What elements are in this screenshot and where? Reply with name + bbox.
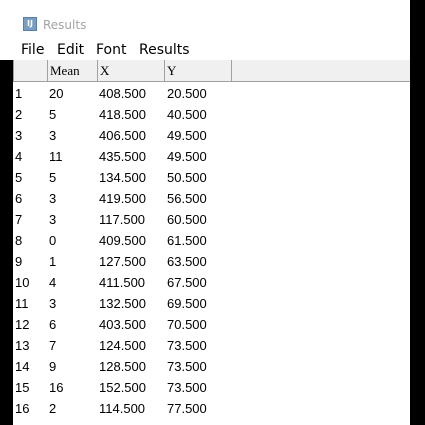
imagej-app-icon: IJ bbox=[23, 17, 37, 31]
table-row[interactable]: 11 3 132.500 69.500 bbox=[13, 292, 410, 313]
mean-cell: 20 bbox=[49, 86, 64, 101]
title-bar[interactable]: IJ Results bbox=[0, 0, 410, 40]
window-left-edge bbox=[0, 60, 13, 425]
y-cell: 60.500 bbox=[167, 212, 207, 227]
row-index: 13 bbox=[15, 338, 30, 353]
mean-cell: 3 bbox=[49, 191, 57, 206]
row-index: 16 bbox=[15, 401, 30, 416]
table-row[interactable]: 15 16 152.500 73.500 bbox=[13, 376, 410, 397]
x-cell: 114.500 bbox=[99, 401, 146, 416]
mean-cell: 11 bbox=[49, 149, 63, 164]
table-row[interactable]: 13 7 124.500 73.500 bbox=[13, 334, 410, 355]
y-cell: 69.500 bbox=[167, 296, 207, 311]
column-header-mean[interactable]: Mean bbox=[48, 60, 98, 81]
menu-file[interactable]: File bbox=[21, 42, 44, 58]
menu-edit[interactable]: Edit bbox=[57, 42, 84, 58]
row-index: 6 bbox=[15, 191, 23, 206]
y-cell: 73.500 bbox=[167, 380, 207, 395]
mean-cell: 9 bbox=[49, 359, 57, 374]
row-index: 10 bbox=[15, 275, 30, 290]
table-row[interactable]: 8 0 409.500 61.500 bbox=[13, 229, 410, 250]
x-cell: 418.500 bbox=[99, 107, 146, 122]
y-cell: 63.500 bbox=[167, 254, 207, 269]
y-cell: 49.500 bbox=[167, 149, 207, 164]
row-index: 7 bbox=[15, 212, 23, 227]
table-row[interactable]: 1 20 408.500 20.500 bbox=[13, 82, 410, 103]
y-cell: 77.500 bbox=[167, 401, 207, 416]
table-row[interactable]: 5 5 134.500 50.500 bbox=[13, 166, 410, 187]
table-row[interactable]: 10 4 411.500 67.500 bbox=[13, 271, 410, 292]
x-cell: 128.500 bbox=[99, 359, 146, 374]
column-header-y[interactable]: Y bbox=[165, 60, 232, 81]
row-index: 9 bbox=[15, 254, 23, 269]
row-index: 15 bbox=[15, 380, 30, 395]
table-header: Mean X Y bbox=[13, 60, 410, 82]
table-row[interactable]: 16 2 114.500 77.500 bbox=[13, 397, 410, 418]
mean-cell: 5 bbox=[49, 107, 57, 122]
row-index: 2 bbox=[15, 107, 23, 122]
row-index: 11 bbox=[15, 296, 29, 311]
row-index: 14 bbox=[15, 359, 30, 374]
x-cell: 409.500 bbox=[99, 233, 146, 248]
mean-cell: 5 bbox=[49, 170, 57, 185]
mean-cell: 7 bbox=[49, 338, 57, 353]
table-row[interactable]: 4 11 435.500 49.500 bbox=[13, 145, 410, 166]
mean-cell: 3 bbox=[49, 296, 57, 311]
x-cell: 124.500 bbox=[99, 338, 146, 353]
y-cell: 73.500 bbox=[167, 338, 207, 353]
y-cell: 56.500 bbox=[167, 191, 207, 206]
column-header-x[interactable]: X bbox=[98, 60, 165, 81]
mean-cell: 4 bbox=[49, 275, 57, 290]
x-cell: 127.500 bbox=[99, 254, 146, 269]
row-index: 1 bbox=[15, 86, 23, 101]
mean-cell: 3 bbox=[49, 212, 57, 227]
y-cell: 20.500 bbox=[167, 86, 207, 101]
y-cell: 50.500 bbox=[167, 170, 207, 185]
y-cell: 67.500 bbox=[167, 275, 207, 290]
x-cell: 408.500 bbox=[99, 86, 146, 101]
row-index: 8 bbox=[15, 233, 23, 248]
x-cell: 403.500 bbox=[99, 317, 146, 332]
x-cell: 152.500 bbox=[99, 380, 146, 395]
y-cell: 73.500 bbox=[167, 359, 207, 374]
table-row[interactable]: 14 9 128.500 73.500 bbox=[13, 355, 410, 376]
mean-cell: 0 bbox=[49, 233, 57, 248]
mean-cell: 3 bbox=[49, 128, 57, 143]
table-row[interactable]: 7 3 117.500 60.500 bbox=[13, 208, 410, 229]
results-table: Mean X Y 1 20 408.500 20.500 2 5 418.500 40.500… bbox=[13, 60, 410, 425]
x-cell: 117.500 bbox=[99, 212, 146, 227]
table-row[interactable]: 3 3 406.500 49.500 bbox=[13, 124, 410, 145]
table-row[interactable]: 12 6 403.500 70.500 bbox=[13, 313, 410, 334]
mean-cell: 16 bbox=[49, 380, 64, 395]
row-index: 5 bbox=[15, 170, 23, 185]
x-cell: 134.500 bbox=[99, 170, 146, 185]
y-cell: 49.500 bbox=[167, 128, 207, 143]
x-cell: 419.500 bbox=[99, 191, 146, 206]
table-row[interactable]: 9 1 127.500 63.500 bbox=[13, 250, 410, 271]
table-body: 1 20 408.500 20.500 2 5 418.500 40.500 3 3 406.500… bbox=[13, 82, 410, 418]
mean-cell: 6 bbox=[49, 317, 57, 332]
menu-font[interactable]: Font bbox=[96, 42, 126, 58]
row-index: 12 bbox=[15, 317, 30, 332]
row-index: 4 bbox=[15, 149, 23, 164]
row-index: 3 bbox=[15, 128, 23, 143]
x-cell: 411.500 bbox=[99, 275, 146, 290]
table-row[interactable]: 2 5 418.500 40.500 bbox=[13, 103, 410, 124]
y-cell: 70.500 bbox=[167, 317, 207, 332]
menu-bar: File Edit Font Results bbox=[0, 40, 410, 60]
menu-results[interactable]: Results bbox=[139, 42, 190, 58]
y-cell: 61.500 bbox=[167, 233, 207, 248]
mean-cell: 2 bbox=[49, 401, 57, 416]
window-title: Results bbox=[43, 18, 87, 32]
column-header-index[interactable] bbox=[13, 60, 48, 81]
x-cell: 435.500 bbox=[99, 149, 146, 164]
x-cell: 406.500 bbox=[99, 128, 146, 143]
x-cell: 132.500 bbox=[99, 296, 146, 311]
table-row[interactable]: 6 3 419.500 56.500 bbox=[13, 187, 410, 208]
mean-cell: 1 bbox=[49, 254, 57, 269]
y-cell: 40.500 bbox=[167, 107, 207, 122]
